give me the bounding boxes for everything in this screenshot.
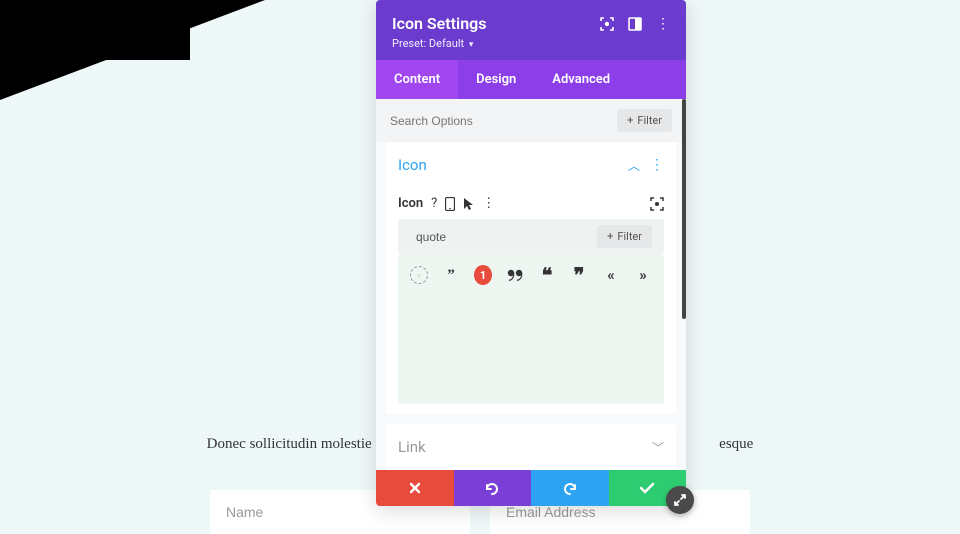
section-icon-header[interactable]: Icon ︿ ⋮ — [386, 142, 676, 188]
panel-body: + Filter Icon ︿ ⋮ Icon ? — [376, 99, 686, 470]
icon-quote-left-thin[interactable]: ” — [442, 266, 460, 284]
kebab-small-icon[interactable]: ⋮ — [482, 196, 495, 211]
settings-panel: Icon Settings Preset: Default ▾ ⋮ — [376, 0, 686, 506]
kebab-menu-icon[interactable]: ⋮ — [656, 16, 670, 32]
focus-icon[interactable] — [600, 17, 614, 31]
body-text-part1: Donec sollicitudin molestie — [207, 436, 372, 452]
help-icon[interactable]: ? — [431, 196, 437, 211]
section-link-title: Link — [398, 438, 426, 456]
search-options-input[interactable] — [390, 114, 617, 128]
scrollbar[interactable] — [682, 99, 686, 319]
section-kebab-icon[interactable]: ⋮ — [650, 157, 664, 173]
icon-selected-marker[interactable]: 1 — [474, 266, 492, 284]
icon-quote-right-bold[interactable]: ❞ — [570, 266, 588, 284]
icon-picker: ◦ ” 1 ❝ ❞ « » — [398, 254, 664, 404]
icon-property-row: Icon ? ⋮ — [386, 188, 676, 219]
decorative-black-triangle — [0, 0, 265, 100]
icon-row-label: Icon — [398, 196, 423, 211]
panel-title: Icon Settings — [392, 14, 600, 33]
chevron-down-icon: ﹀ — [652, 439, 664, 456]
filter-button[interactable]: + Filter — [617, 109, 672, 132]
section-link: Link ﹀ — [386, 424, 676, 470]
search-options-row: + Filter — [376, 99, 686, 142]
icon-angle-right-double[interactable]: » — [634, 266, 652, 284]
panel-tabs: Content Design Advanced — [376, 60, 686, 99]
panel-header: Icon Settings Preset: Default ▾ ⋮ — [376, 0, 686, 60]
icon-angle-left-double[interactable]: « — [602, 266, 620, 284]
tab-advanced[interactable]: Advanced — [534, 60, 628, 99]
icon-search-input[interactable] — [410, 226, 597, 248]
body-text-part2: esque — [719, 436, 753, 452]
icon-filter-button[interactable]: + Filter — [597, 225, 652, 248]
panel-footer — [376, 470, 686, 506]
plus-icon: + — [607, 230, 613, 243]
plus-icon: + — [627, 114, 633, 127]
section-icon-title: Icon — [398, 156, 427, 174]
cursor-icon[interactable] — [463, 197, 474, 211]
preset-selector[interactable]: Preset: Default ▾ — [392, 37, 600, 50]
expand-panel-button[interactable] — [666, 486, 694, 514]
undo-button[interactable] — [454, 470, 532, 506]
icon-quote-left-bold[interactable]: ❝ — [538, 266, 556, 284]
chevron-up-icon: ︿ — [628, 157, 640, 174]
columns-icon[interactable] — [628, 17, 642, 31]
icon-search-row: + Filter — [398, 219, 664, 254]
caret-down-icon: ▾ — [469, 40, 474, 50]
section-icon: Icon ︿ ⋮ Icon ? ⋮ — [386, 142, 676, 414]
tablet-icon[interactable] — [445, 197, 455, 211]
cancel-button[interactable] — [376, 470, 454, 506]
icon-guide-ring[interactable]: ◦ — [410, 266, 428, 284]
icon-quote-right-solid[interactable] — [506, 266, 524, 284]
tab-content[interactable]: Content — [376, 60, 458, 99]
redo-button[interactable] — [531, 470, 609, 506]
tab-design[interactable]: Design — [458, 60, 534, 99]
section-link-header[interactable]: Link ﹀ — [386, 424, 676, 470]
focus-small-icon[interactable] — [650, 197, 664, 211]
